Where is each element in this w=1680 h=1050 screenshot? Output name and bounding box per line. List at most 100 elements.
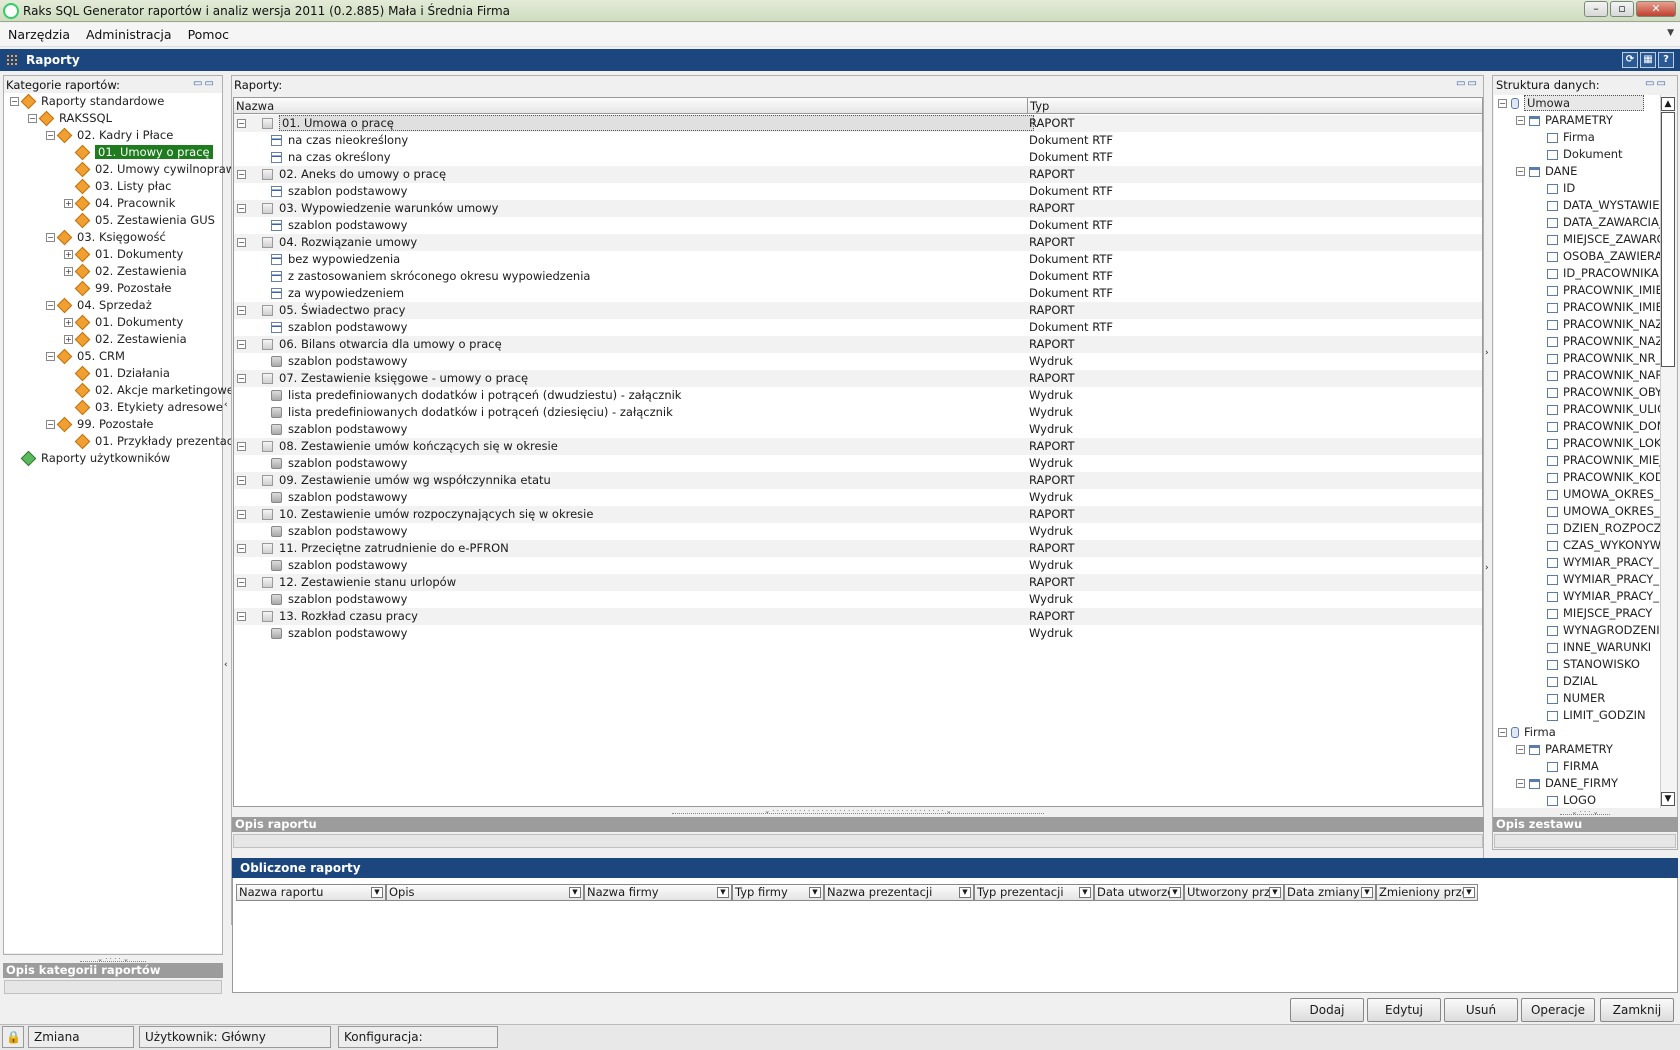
computed-column-header[interactable]: Typ prezentacji ▼ (974, 884, 1094, 901)
collapse-icon[interactable]: − (1516, 779, 1525, 788)
splitter-grip-icon[interactable]: ⌄ · · · · ⌄ (80, 955, 146, 963)
report-row[interactable]: − 09. Zestawienie umów wg współczynnika e… (234, 472, 1482, 489)
category-tree-item[interactable]: − 04. Sprzedaż (46, 297, 152, 314)
report-row[interactable]: − 04. Rozwiązanie umowy RAPORT (234, 234, 1482, 251)
report-row[interactable]: − 10. Zestawienie umów rozpoczynających s… (234, 506, 1482, 523)
report-row[interactable]: − 03. Wypowiedzenie warunków umowy RAPORT (234, 200, 1482, 217)
column-header-type[interactable]: Typ (1027, 97, 1483, 114)
category-tree-item[interactable]: +02. Zestawienia (64, 263, 187, 280)
report-row[interactable]: − 02. Aneks do umowy o pracę RAPORT (234, 166, 1482, 183)
report-row[interactable]: szablon podstawowy Wydruk (234, 625, 1482, 642)
data-structure-item[interactable]: DZIEN_ROZPOCZE (1534, 520, 1669, 537)
data-structure-item[interactable]: − PARAMETRY (1516, 741, 1613, 758)
data-structure-item[interactable]: OSOBA_ZAWIERAJ (1534, 248, 1666, 265)
category-tree-item[interactable]: 01. Przykłady prezentacji (64, 433, 240, 450)
filter-dropdown-icon[interactable]: ▼ (371, 887, 383, 898)
collapse-icon[interactable]: − (1498, 99, 1507, 108)
report-row[interactable]: − 11. Przeciętne zatrudnienie do e-PFRON R… (234, 540, 1482, 557)
collapse-right-icon[interactable]: › (1485, 563, 1489, 573)
data-structure-item[interactable]: MIEJSCE_PRACY (1534, 605, 1652, 622)
data-structure-item[interactable]: STANOWISKO (1534, 656, 1640, 673)
expand-icon[interactable]: + (64, 335, 73, 344)
filter-dropdown-icon[interactable]: ▼ (569, 887, 581, 898)
computed-column-header[interactable]: Nazwa raportu ▼ (236, 884, 386, 901)
expand-icon[interactable]: + (64, 267, 73, 276)
data-structure-item[interactable]: − Umowa (1498, 95, 1644, 112)
data-structure-item[interactable]: Dokument (1534, 146, 1623, 163)
layout-icon[interactable]: ▦ (1640, 52, 1656, 68)
report-row[interactable]: − 13. Rozkład czasu pracy RAPORT (234, 608, 1482, 625)
data-structure-item[interactable]: PRACOWNIK_NAZV (1534, 316, 1671, 333)
category-tree-item[interactable]: 02. Akcje marketingowe (64, 382, 234, 399)
collapse-icon[interactable]: − (46, 301, 55, 310)
collapse-icon[interactable]: − (237, 544, 246, 553)
help-icon[interactable]: ? (1658, 52, 1674, 68)
data-structure-item[interactable]: − DANE (1516, 163, 1577, 180)
collapse-icon[interactable]: − (1516, 745, 1525, 754)
menu-narzedzia[interactable]: Narzędzia (8, 27, 70, 42)
report-row[interactable]: z zastosowaniem skróconego okresu wypowi… (234, 268, 1482, 285)
data-structure-item[interactable]: PRACOWNIK_IMIE (1534, 282, 1663, 299)
collapse-icon[interactable]: − (237, 119, 246, 128)
data-structure-item[interactable]: − DANE_FIRMY (1516, 775, 1618, 792)
collapse-icon[interactable]: − (46, 131, 55, 140)
computed-column-header[interactable]: Data utworzen ▼ (1094, 884, 1184, 901)
report-row[interactable]: szablon podstawowy Wydruk (234, 523, 1482, 540)
data-structure-item[interactable]: UMOWA_OKRES_D (1534, 503, 1669, 520)
collapse-icon[interactable]: − (237, 170, 246, 179)
collapse-icon[interactable]: − (237, 578, 246, 587)
data-structure-item[interactable]: NUMER (1534, 690, 1605, 707)
report-row[interactable]: bez wypowiedzenia Dokument RTF (234, 251, 1482, 268)
data-structure-item[interactable]: ID_PRACOWNIKA (1534, 265, 1659, 282)
column-header-name[interactable]: Nazwa (233, 97, 1028, 114)
category-tree-item[interactable]: +04. Pracownik (64, 195, 175, 212)
data-structure-item[interactable]: − Firma (1498, 724, 1556, 741)
collapse-icon[interactable]: − (237, 340, 246, 349)
panel-pin-icons[interactable]: ▭▭ (193, 78, 216, 89)
collapse-icon[interactable]: − (237, 442, 246, 451)
category-tree-item[interactable]: +01. Dokumenty (64, 314, 183, 331)
data-structure-item[interactable]: FIRMA (1534, 758, 1599, 775)
expand-icon[interactable]: + (64, 318, 73, 327)
report-row[interactable]: − 01. Umowa o pracę RAPORT (234, 115, 1482, 132)
report-row[interactable]: − 05. Świadectwo pracy RAPORT (234, 302, 1482, 319)
collapse-icon[interactable]: − (46, 352, 55, 361)
computed-column-header[interactable]: Nazwa firmy ▼ (584, 884, 732, 901)
collapse-icon[interactable]: − (237, 612, 246, 621)
collapse-icon[interactable]: − (237, 374, 246, 383)
data-structure-item[interactable]: PRACOWNIK_IMIE (1534, 299, 1663, 316)
collapse-left-icon[interactable]: ‹ (224, 400, 228, 410)
menu-administracja[interactable]: Administracja (86, 27, 172, 42)
edit-button[interactable]: Edytuj (1367, 998, 1441, 1022)
computed-column-header[interactable]: Nazwa prezentacji ▼ (824, 884, 974, 901)
data-structure-item[interactable]: INNE_WARUNKI (1534, 639, 1651, 656)
data-structure-item[interactable]: PRACOWNIK_DOM (1534, 418, 1667, 435)
data-structure-item[interactable]: PRACOWNIK_LOKA (1534, 435, 1669, 452)
collapse-icon[interactable]: − (1516, 116, 1525, 125)
collapse-icon[interactable]: − (46, 420, 55, 429)
panel-pin-icons[interactable]: ▭▭ (1645, 78, 1668, 89)
category-tree-item[interactable]: +02. Zestawienia (64, 331, 187, 348)
data-structure-item[interactable]: UMOWA_OKRES_O (1534, 486, 1669, 503)
expand-icon[interactable]: + (64, 250, 73, 259)
refresh-icon[interactable]: ⟳ (1622, 52, 1638, 68)
report-row[interactable]: − 12. Zestawienie stanu urlopów RAPORT (234, 574, 1482, 591)
data-structure-item[interactable]: PRACOWNIK_MIEJ (1534, 452, 1663, 469)
menu-pomoc[interactable]: Pomoc (188, 27, 229, 42)
collapse-icon[interactable]: − (1516, 167, 1525, 176)
panel-pin-icons[interactable]: ▭▭ (1456, 78, 1479, 89)
filter-dropdown-icon[interactable]: ▼ (809, 887, 821, 898)
data-structure-item[interactable]: LIMIT_GODZIN (1534, 707, 1646, 724)
category-tree-item[interactable]: 03. Etykiety adresowe (64, 399, 223, 416)
data-structure-item[interactable]: PRACOWNIK_KOD_ (1534, 469, 1669, 486)
report-row[interactable]: szablon podstawowy Dokument RTF (234, 319, 1482, 336)
data-structure-item[interactable]: WYNAGRODZENIE (1534, 622, 1667, 639)
data-structure-item[interactable]: PRACOWNIK_NR_I (1534, 350, 1665, 367)
category-tree-item[interactable]: 03. Listy płac (64, 178, 171, 195)
category-tree-item[interactable]: 02. Umowy cywilnoprawne (64, 161, 250, 178)
category-tree-item[interactable]: − 05. CRM (46, 348, 125, 365)
collapse-icon[interactable]: − (237, 476, 246, 485)
collapse-icon[interactable]: − (237, 306, 246, 315)
minimize-button[interactable]: – (1584, 1, 1608, 17)
close-module-button[interactable]: Zamknij (1600, 998, 1674, 1022)
